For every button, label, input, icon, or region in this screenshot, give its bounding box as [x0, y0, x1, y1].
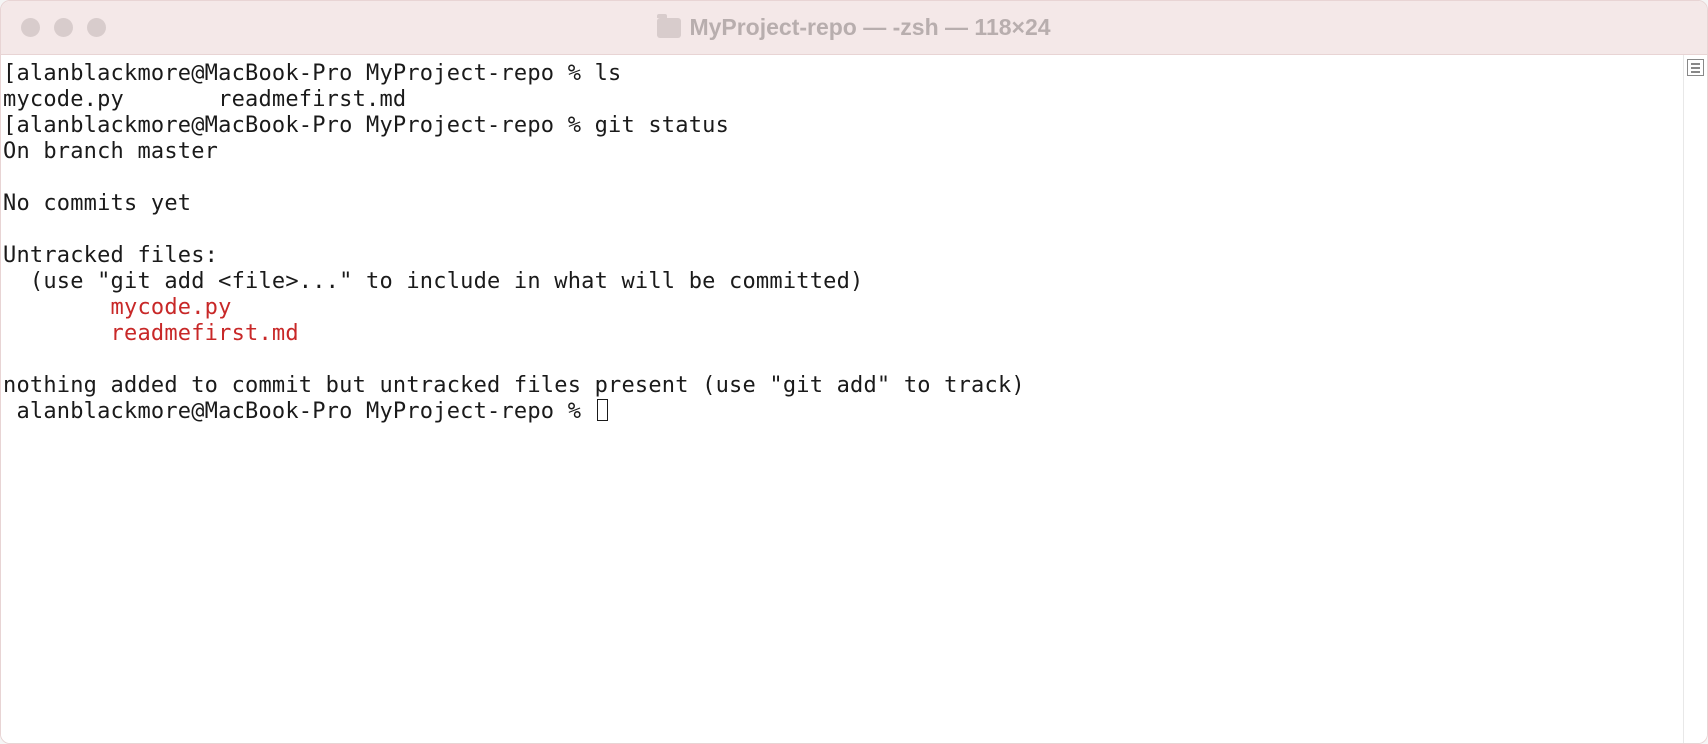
terminal-output[interactable]: [alanblackmore@MacBook-Pro MyProject-rep… — [1, 55, 1683, 743]
git-untracked-header: Untracked files: — [3, 243, 218, 268]
git-untracked-file: mycode.py — [3, 295, 232, 320]
window-title: MyProject-repo — -zsh — 118×24 — [689, 14, 1050, 41]
git-hint: (use "git add <file>..." to include in w… — [3, 269, 864, 294]
close-icon[interactable] — [21, 18, 40, 37]
menu-icon[interactable] — [1687, 59, 1704, 76]
git-untracked-file: readmefirst.md — [3, 321, 299, 346]
line-end-bracket: ] — [729, 113, 1683, 138]
zoom-icon[interactable] — [87, 18, 106, 37]
git-summary: nothing added to commit but untracked fi… — [3, 373, 1025, 398]
terminal-window: MyProject-repo — -zsh — 118×24 [alanblac… — [0, 0, 1708, 744]
prompt-line: [alanblackmore@MacBook-Pro MyProject-rep… — [3, 113, 729, 138]
folder-icon — [657, 18, 681, 38]
prompt-current: alanblackmore@MacBook-Pro MyProject-repo… — [3, 399, 595, 424]
traffic-lights — [21, 18, 106, 37]
title-wrap: MyProject-repo — -zsh — 118×24 — [1, 14, 1707, 41]
titlebar[interactable]: MyProject-repo — -zsh — 118×24 — [1, 1, 1707, 55]
content-wrap: [alanblackmore@MacBook-Pro MyProject-rep… — [1, 55, 1707, 743]
scrollbar[interactable] — [1683, 55, 1707, 743]
prompt-line: [alanblackmore@MacBook-Pro MyProject-rep… — [3, 61, 621, 86]
ls-output: mycode.py readmefirst.md — [3, 87, 406, 112]
git-branch-line: On branch master — [3, 139, 218, 164]
cursor-icon — [597, 399, 608, 421]
minimize-icon[interactable] — [54, 18, 73, 37]
line-end-bracket: ] — [621, 61, 1683, 86]
git-no-commits: No commits yet — [3, 191, 191, 216]
